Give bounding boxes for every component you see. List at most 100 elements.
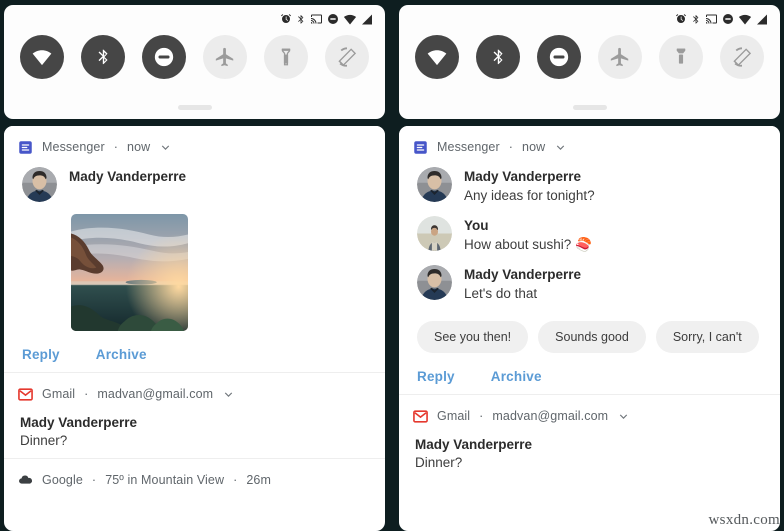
tile-auto-rotate[interactable] [325, 35, 369, 79]
email-subject: Mady Vanderperre [20, 415, 138, 430]
bluetooth-icon [298, 14, 304, 24]
notification-header: Messenger · now [413, 138, 766, 156]
gmail-icon [18, 387, 33, 401]
notification-stack-left: Messenger · now Mady Vanderperre Reply A… [4, 126, 385, 531]
airplane-icon [610, 47, 629, 67]
notification-gmail[interactable]: Gmail · madvan@gmail.com Mady Vanderperr… [4, 372, 385, 458]
meta-separator: · [479, 409, 484, 424]
notification-actions: Reply Archive [413, 369, 766, 384]
tile-airplane-mode[interactable] [598, 35, 642, 79]
chevron-down-icon[interactable] [554, 141, 567, 154]
left-notification-shade: Messenger · now Mady Vanderperre Reply A… [0, 0, 389, 531]
airplane-icon [215, 47, 234, 67]
alarm-icon [281, 14, 291, 23]
email-preview: Dinner? [20, 433, 68, 448]
wifi-icon [32, 49, 52, 65]
message-sender: You [464, 218, 489, 234]
wifi-icon [343, 14, 357, 24]
notification-account: madvan@gmail.com [492, 409, 609, 424]
tile-do-not-disturb[interactable] [537, 35, 581, 79]
flashlight-icon [676, 48, 686, 64]
tile-do-not-disturb[interactable] [142, 35, 186, 79]
messenger-icon [19, 140, 32, 154]
notification-time: now [127, 140, 151, 154]
do-not-disturb-icon [328, 14, 338, 24]
tile-bluetooth[interactable] [476, 35, 520, 79]
message-body: Mady Vanderperre [69, 167, 186, 186]
smart-reply-chips: See you then! Sounds good Sorry, I can't [413, 321, 766, 354]
chevron-down-icon[interactable] [222, 388, 235, 401]
alarm-icon [676, 14, 686, 23]
reply-button[interactable]: Reply [417, 369, 455, 384]
meta-separator: · [84, 387, 89, 401]
tile-auto-rotate[interactable] [720, 35, 764, 79]
notification-app-name: Google [42, 473, 83, 487]
notification-time: 26m [246, 473, 271, 487]
cast-icon [311, 14, 322, 24]
notification-header: Messenger · now [18, 138, 371, 156]
quick-settings-tiles-left [4, 27, 385, 79]
tile-airplane-mode[interactable] [203, 35, 247, 79]
notification-app-name: Gmail [437, 409, 471, 424]
tile-flashlight[interactable] [264, 35, 308, 79]
notification-actions: Reply Archive [18, 347, 371, 362]
cloud-icon [19, 474, 33, 484]
tile-bluetooth[interactable] [81, 35, 125, 79]
shade-drag-handle[interactable] [177, 105, 212, 110]
chevron-down-icon[interactable] [159, 141, 172, 154]
notification-account: madvan@gmail.com [97, 387, 214, 401]
chevron-down-icon[interactable] [617, 410, 630, 423]
notification-header: Gmail · madvan@gmail.com [18, 385, 371, 403]
auto-rotate-icon [338, 47, 357, 67]
quick-settings-tiles-right [399, 27, 780, 79]
signal-icon [362, 14, 372, 24]
do-not-disturb-icon [549, 47, 569, 67]
message-row: Mady Vanderperre Any ideas for tonight? [413, 167, 766, 205]
smart-reply-chip[interactable]: Sounds good [538, 321, 646, 354]
message-row: Mady Vanderperre Let's do that [413, 265, 766, 303]
meta-separator: · [91, 473, 97, 487]
do-not-disturb-icon [154, 47, 174, 67]
meta-separator: · [508, 140, 514, 154]
notification-app-name: Messenger [42, 140, 105, 154]
tile-wifi[interactable] [415, 35, 459, 79]
message-text: Let's do that [464, 286, 538, 302]
contact-photo [417, 167, 452, 202]
archive-button[interactable]: Archive [491, 369, 542, 384]
status-bar-left [4, 5, 385, 27]
contact-photo [417, 265, 452, 301]
do-not-disturb-icon [723, 14, 733, 24]
gmail-icon [413, 410, 428, 423]
message-body: Mady Vanderperre Any ideas for tonight? [464, 167, 595, 205]
message-sender: Mady Vanderperre [464, 169, 582, 184]
wifi-icon [427, 49, 447, 65]
meta-separator: · [233, 473, 238, 487]
cast-icon [706, 14, 717, 24]
screenshot-stage: Messenger · now Mady Vanderperre Reply A… [0, 0, 784, 531]
notification-google[interactable]: Google · 75º in Mountain View · 26m [4, 458, 385, 499]
message-text: Any ideas for tonight? [464, 187, 595, 203]
messenger-icon [414, 140, 427, 154]
notification-messenger-expanded[interactable]: Messenger · now Mady Vanderperre Any ide… [399, 126, 780, 395]
tile-flashlight[interactable] [659, 35, 703, 79]
auto-rotate-icon [733, 47, 752, 67]
shade-drag-handle[interactable] [572, 105, 607, 110]
notification-app-name: Messenger [437, 140, 500, 154]
reply-button[interactable]: Reply [22, 347, 60, 362]
image-attachment[interactable] [71, 214, 188, 331]
notification-app-name: Gmail [42, 387, 76, 401]
wifi-icon [738, 14, 752, 24]
archive-button[interactable]: Archive [96, 347, 147, 362]
watermark: wsxdn.com [708, 512, 780, 528]
notification-gmail[interactable]: Gmail · madvan@gmail.com Mady Vanderperr… [399, 394, 780, 481]
avatar [417, 265, 452, 301]
notification-header: Google · 75º in Mountain View · 26m [18, 471, 371, 489]
tile-wifi[interactable] [20, 35, 64, 79]
signal-icon [757, 14, 767, 24]
smart-reply-chip[interactable]: See you then! [417, 321, 529, 354]
avatar [417, 216, 452, 252]
self-photo [417, 216, 452, 252]
notification-messenger[interactable]: Messenger · now Mady Vanderperre Reply A… [4, 126, 385, 372]
smart-reply-chip[interactable]: Sorry, I can't [655, 321, 759, 354]
avatar [22, 167, 57, 202]
